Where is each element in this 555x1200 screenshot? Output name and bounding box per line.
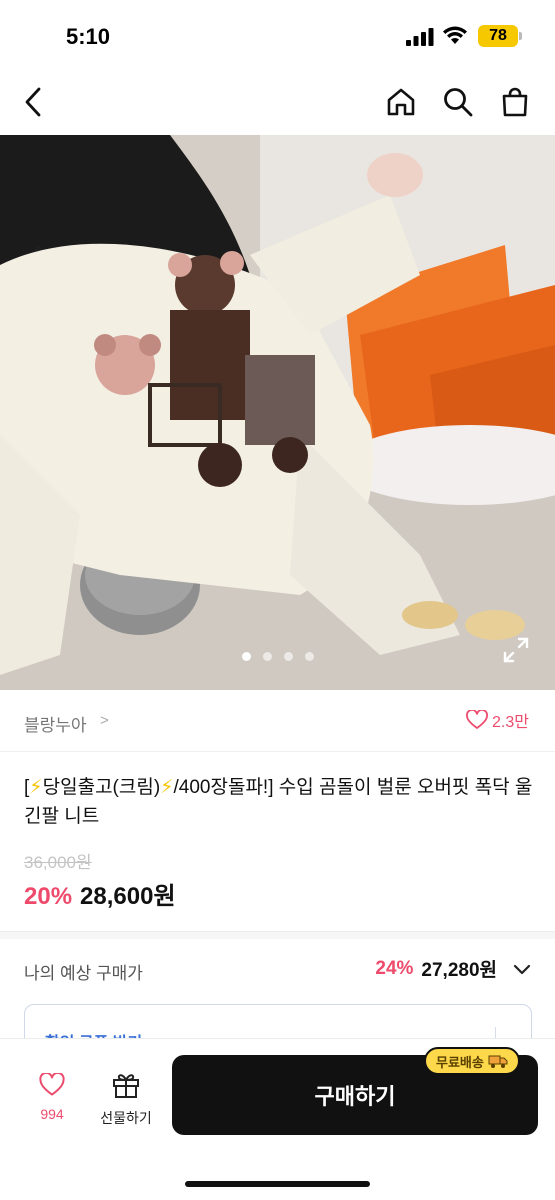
price-row: 20% 28,600원 [24, 876, 176, 911]
wishlist-count: 994 [40, 1106, 64, 1122]
battery-level: 78 [489, 27, 507, 44]
brand-like-count: 2.3만 [492, 714, 529, 731]
expected-price-row: 나의 예상 구매가 24% 27,280원 [0, 939, 555, 1001]
gallery-dot[interactable] [283, 652, 293, 661]
lightning-icon: ⚡ [29, 777, 43, 798]
nav-bar [0, 70, 555, 134]
brand-arrow: > [100, 712, 109, 729]
gallery-dot[interactable] [241, 652, 251, 661]
search-icon [444, 88, 473, 117]
cellular-signal-icon [406, 28, 434, 46]
back-button[interactable] [16, 84, 52, 120]
heart-icon [39, 1071, 65, 1096]
home-button[interactable] [383, 84, 419, 120]
home-icon [387, 88, 415, 116]
brand-name[interactable]: 블랑누아 [24, 711, 87, 736]
free-shipping-label: 무료배송 [436, 1054, 484, 1070]
brand-like-button[interactable]: 2.3만 [466, 708, 529, 732]
home-indicator [185, 1181, 370, 1187]
status-time: 5:10 [66, 24, 111, 49]
free-shipping-badge: 무료배송 [424, 1047, 520, 1075]
original-price: 36,000원 [24, 853, 92, 872]
truck-icon [488, 1055, 508, 1068]
gift-icon [113, 1074, 139, 1098]
bottom-action-bar: 994 선물하기 구매하기 무료배송 [0, 1038, 555, 1200]
shopping-bag-icon [502, 87, 528, 117]
cart-button[interactable] [497, 84, 533, 120]
gallery-dots [0, 652, 555, 661]
heart-icon [466, 710, 488, 729]
discount-rate: 20% [24, 883, 73, 910]
gallery-dot[interactable] [304, 652, 314, 661]
sale-price: 28,600원 [80, 883, 176, 910]
wishlist-button[interactable]: 994 [28, 1071, 76, 1122]
expected-price-label: 나의 예상 구매가 [24, 964, 143, 983]
expected-discount: 24% [375, 957, 414, 979]
expected-price: 27,280원 [421, 960, 497, 981]
lightning-icon: ⚡ [160, 777, 174, 798]
expand-icon[interactable] [502, 636, 530, 664]
battery-tip [519, 32, 522, 40]
product-image[interactable] [0, 135, 555, 690]
search-button[interactable] [440, 84, 476, 120]
battery-indicator: 78 [478, 25, 518, 47]
status-bar: 5:10 78 [0, 0, 555, 70]
product-photo [0, 135, 555, 690]
back-chevron-icon [25, 87, 41, 117]
wifi-icon [443, 26, 467, 44]
product-title: [⚡당일출고(크림)⚡/400장돌파!] 수입 곰돌이 벌룬 오버핏 폭닥 울 … [24, 773, 534, 831]
expected-price-toggle[interactable]: 24% 27,280원 [375, 955, 533, 982]
gift-button[interactable]: 선물하기 [92, 1071, 160, 1128]
section-divider [0, 931, 555, 939]
gift-label: 선물하기 [100, 1110, 152, 1126]
chevron-down-icon [513, 964, 531, 974]
gallery-dot[interactable] [262, 652, 272, 661]
title-part1: 당일출고(크림) [42, 777, 161, 798]
brand-row: 블랑누아 > 2.3만 [0, 690, 555, 752]
